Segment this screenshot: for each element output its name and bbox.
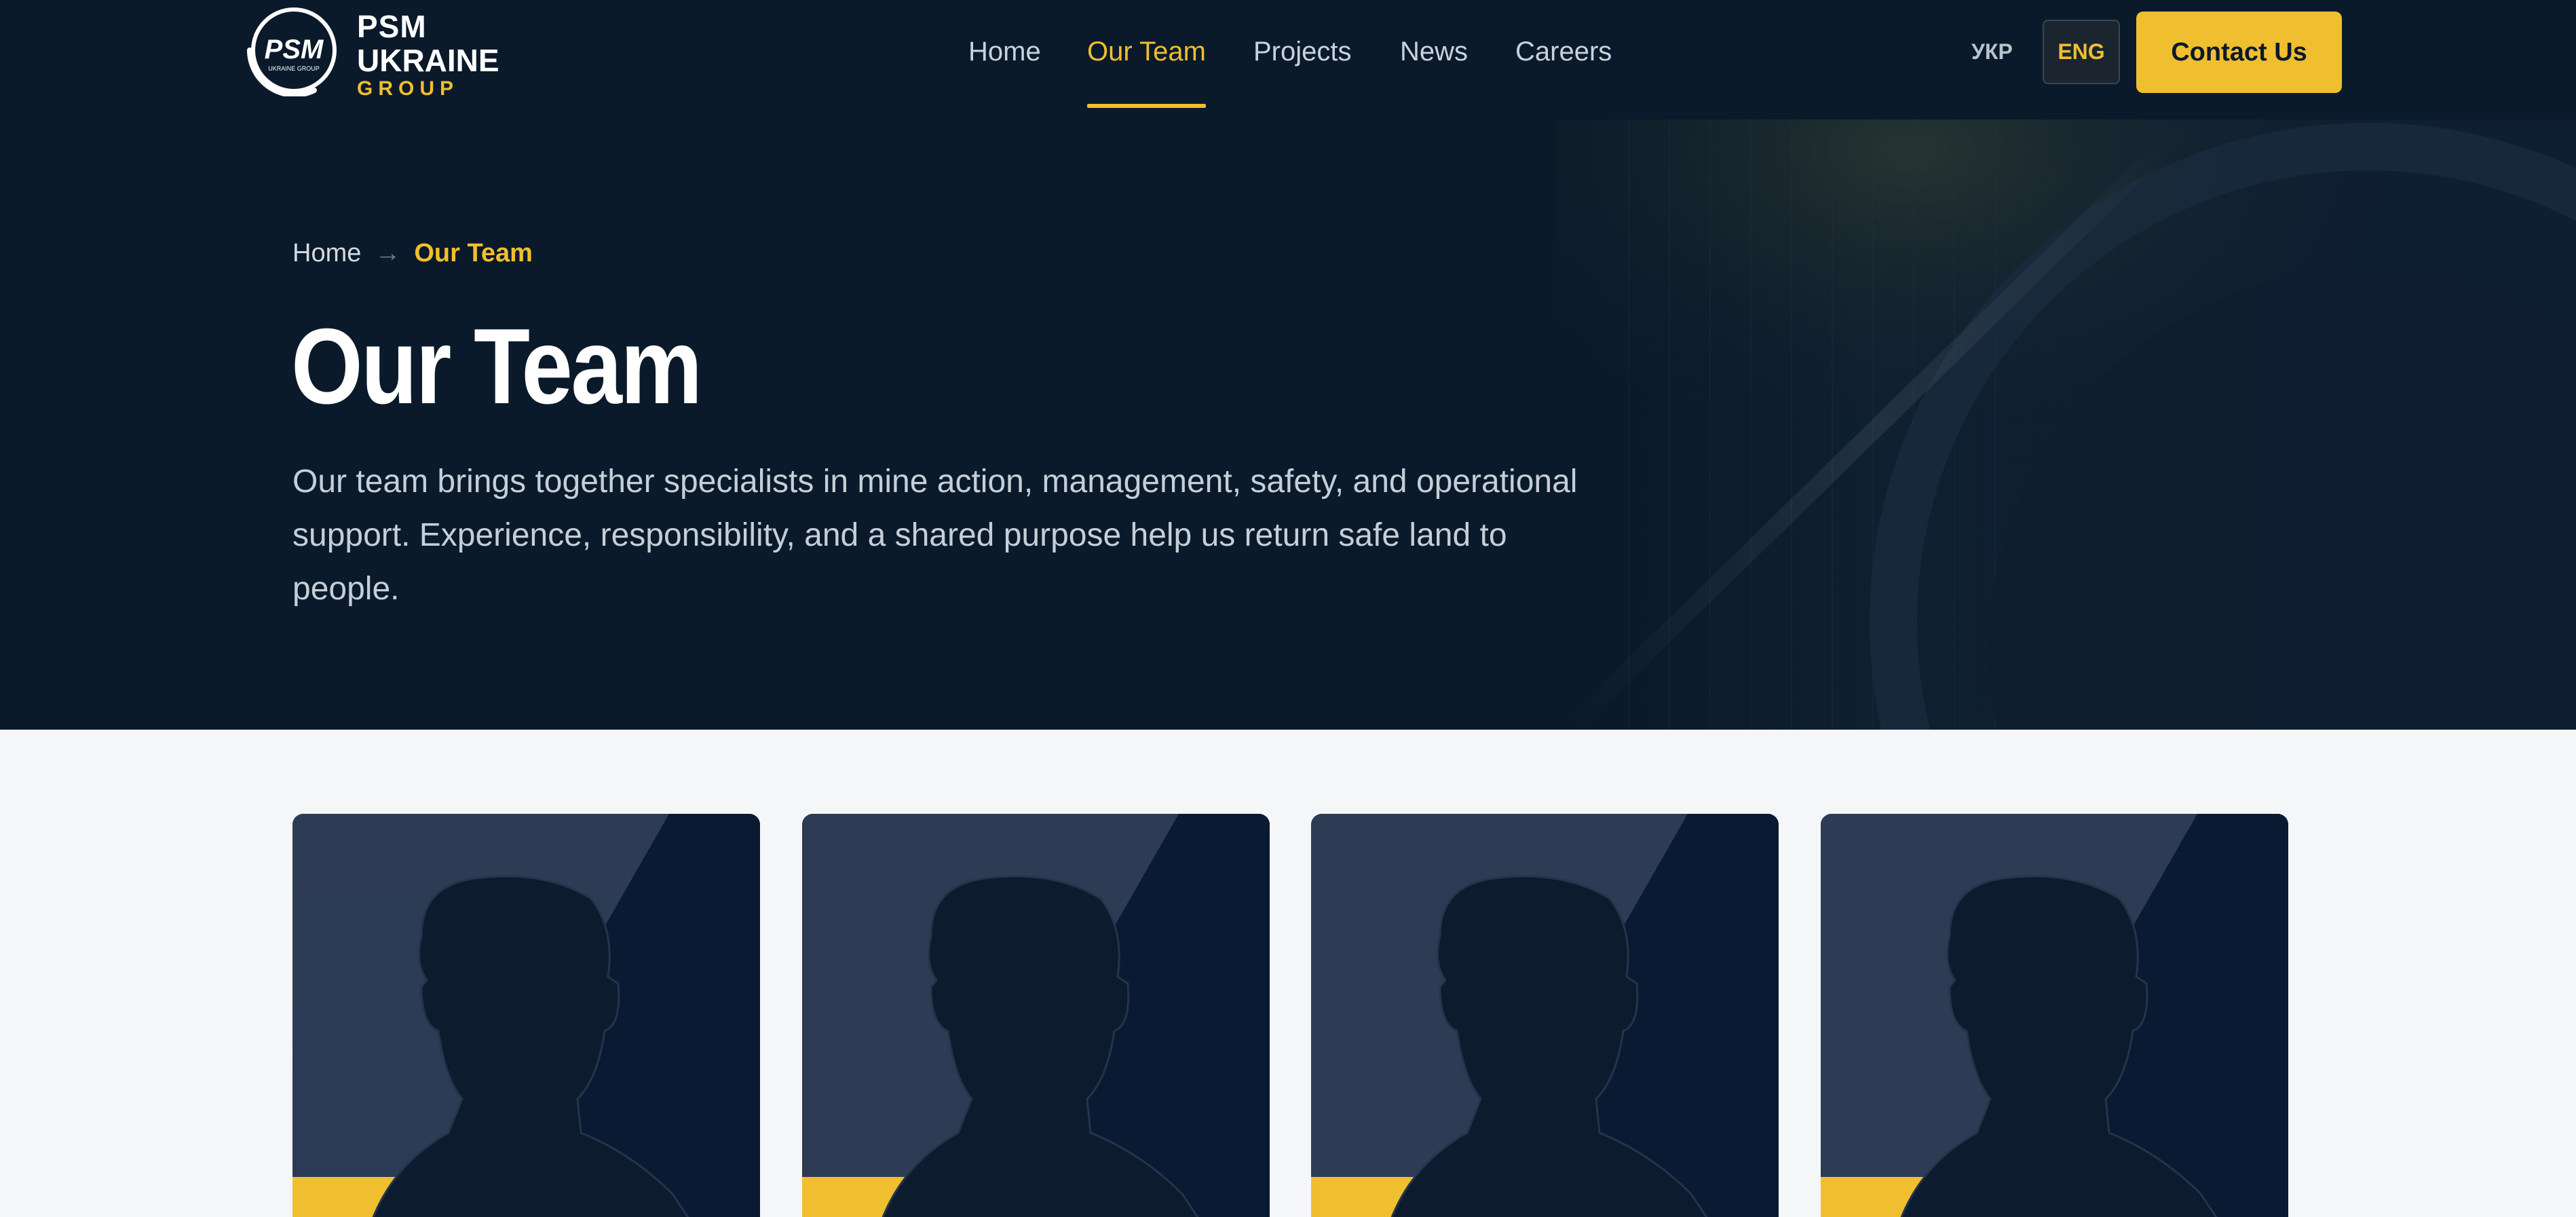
page-title: Our Team [291, 307, 702, 426]
team-member-card[interactable] [1311, 814, 1779, 1217]
contact-us-button[interactable]: Contact Us [2136, 12, 2342, 93]
hero-decoration [1554, 119, 2576, 730]
site-header: PSM UKRAINE GROUP PSM UKRAINE GROUP Home… [0, 0, 2576, 119]
lang-eng-button[interactable]: ENG [2043, 20, 2120, 84]
logo-line-3: GROUP [357, 77, 459, 100]
breadcrumb: Home → Our Team [292, 239, 533, 268]
person-silhouette-icon [1821, 814, 2288, 1217]
breadcrumb-current: Our Team [414, 239, 533, 267]
nav-our-team[interactable]: Our Team [1087, 37, 1206, 67]
person-silhouette-icon [802, 814, 1270, 1217]
team-member-card[interactable] [1821, 814, 2288, 1217]
nav-home[interactable]: Home [968, 37, 1041, 67]
breadcrumb-home[interactable]: Home [292, 239, 361, 267]
nav-news[interactable]: News [1400, 37, 1468, 67]
lang-ukr-button[interactable]: УКР [1971, 39, 2013, 64]
team-member-card[interactable] [292, 814, 760, 1217]
hero-section: Home → Our Team Our Team Our team brings t… [0, 119, 2576, 730]
nav-projects[interactable]: Projects [1253, 37, 1352, 67]
person-silhouette-icon [292, 814, 760, 1217]
team-member-card[interactable] [802, 814, 1270, 1217]
team-grid [0, 730, 2576, 1217]
nav-careers[interactable]: Careers [1515, 37, 1612, 67]
hero-description: Our team brings together specialists in … [292, 464, 1578, 607]
breadcrumb-arrow-icon: → [375, 239, 401, 267]
nav-active-indicator [1087, 104, 1206, 108]
person-silhouette-icon [1311, 814, 1779, 1217]
